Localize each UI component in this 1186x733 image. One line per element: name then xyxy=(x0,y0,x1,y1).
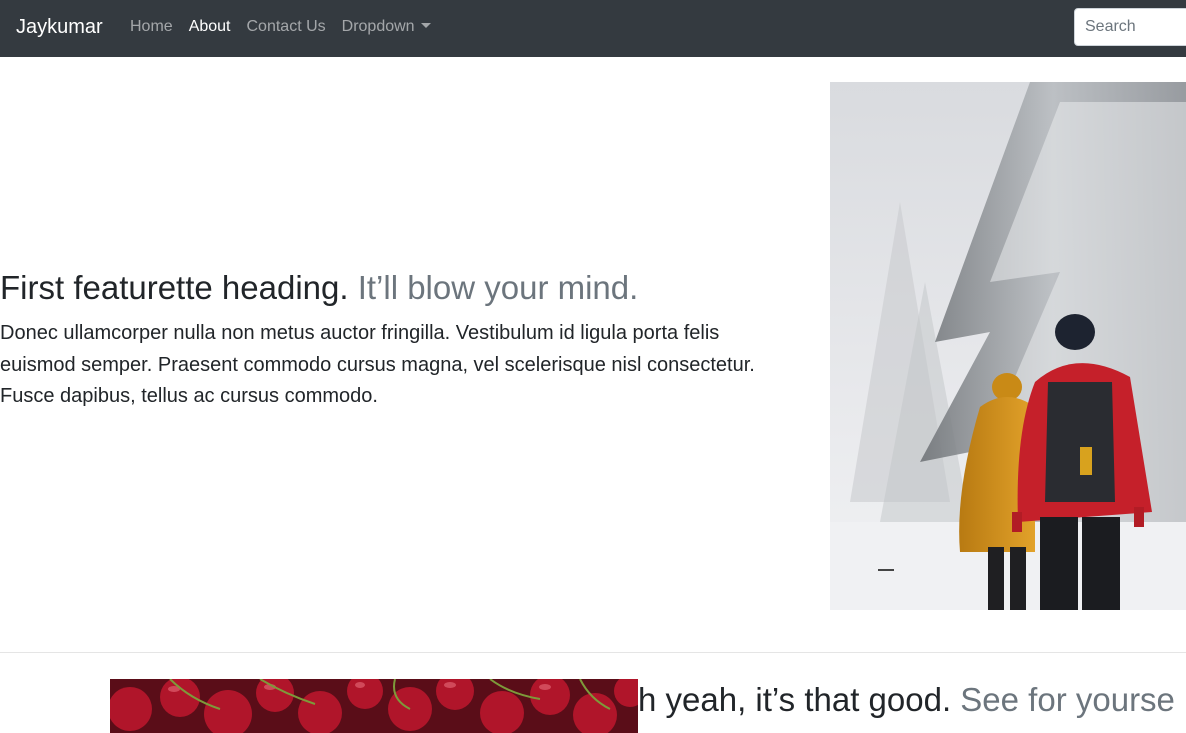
featurette-heading-muted: It’ll blow your mind. xyxy=(357,269,639,306)
featurette-divider xyxy=(0,652,1186,653)
hikers-snow-image xyxy=(830,82,1186,610)
cherries-image xyxy=(110,679,638,733)
search-input[interactable] xyxy=(1074,8,1186,46)
nav-link-about[interactable]: About xyxy=(189,18,231,36)
featurette-heading-2: h yeah, it’s that good. See for yourse xyxy=(638,680,1186,720)
featurette-heading-2-main: h yeah, it’s that good. xyxy=(638,681,952,718)
brand-link[interactable]: Jaykumar xyxy=(16,16,103,39)
navbar: Jaykumar Home About Contact Us Dropdown xyxy=(0,0,1186,57)
nav-dropdown-label: Dropdown xyxy=(341,18,415,35)
caret-down-icon xyxy=(420,23,431,28)
nav-dropdown-toggle[interactable]: Dropdown xyxy=(342,18,431,36)
nav-link-home[interactable]: Home xyxy=(130,18,173,36)
featurette-heading-main: First featurette heading. xyxy=(0,269,349,306)
nav-link-contact[interactable]: Contact Us xyxy=(247,18,326,36)
featurette-heading: First featurette heading. It’ll blow you… xyxy=(0,268,638,308)
featurette-heading-2-muted: See for yourse xyxy=(960,681,1175,718)
featurette-lead: Donec ullamcorper nulla non metus auctor… xyxy=(0,322,755,407)
nav-links: Home About Contact Us Dropdown xyxy=(130,18,431,36)
